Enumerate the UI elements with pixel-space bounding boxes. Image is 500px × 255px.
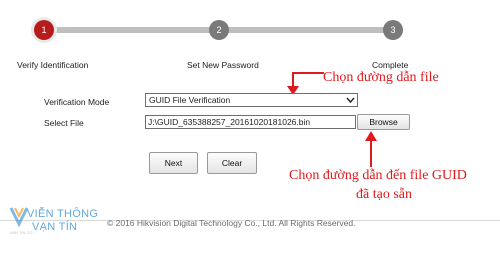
- verification-mode-label: Verification Mode: [44, 97, 110, 107]
- verification-mode-select[interactable]: GUID File Verification: [145, 93, 358, 107]
- select-file-label: Select File: [44, 118, 84, 128]
- step-connector-1-2: [52, 27, 210, 33]
- watermark-text-small: VAN TIN CO: [10, 230, 33, 235]
- step-2-label: Set New Password: [187, 60, 259, 70]
- chevron-down-icon: [345, 94, 355, 106]
- step-1-indicator: 1: [34, 20, 54, 40]
- annotation-guid-note-line1: Chọn đường dẫn đến file GUID: [289, 168, 467, 183]
- file-path-input[interactable]: J:\GUID_635388257_20161020181026.bin: [145, 115, 356, 129]
- next-button[interactable]: Next: [149, 152, 198, 174]
- watermark-text-bottom: VẠN TÍN: [32, 221, 78, 233]
- watermark-text-top: VIỄN THÔNG: [27, 208, 99, 220]
- step-connector-2-3: [228, 27, 386, 33]
- step-2-indicator: 2: [209, 20, 229, 40]
- step-1-label: Verify Identification: [17, 60, 89, 70]
- annotation-arrow-up: [365, 131, 377, 167]
- step-3-label: Complete: [372, 60, 409, 70]
- copyright-text: © 2016 Hikvision Digital Technology Co.,…: [107, 218, 356, 228]
- browse-button[interactable]: Browse: [357, 114, 410, 130]
- step-3-indicator: 3: [383, 20, 403, 40]
- verification-mode-value: GUID File Verification: [149, 95, 231, 105]
- clear-button[interactable]: Clear: [207, 152, 257, 174]
- annotation-guid-note-line2: đã tạo sẵn: [356, 187, 412, 202]
- annotation-arrow-down: [287, 72, 324, 95]
- annotation-path-note: Chọn đường dẫn file: [323, 70, 439, 85]
- watermark-logo-icon: [9, 207, 29, 228]
